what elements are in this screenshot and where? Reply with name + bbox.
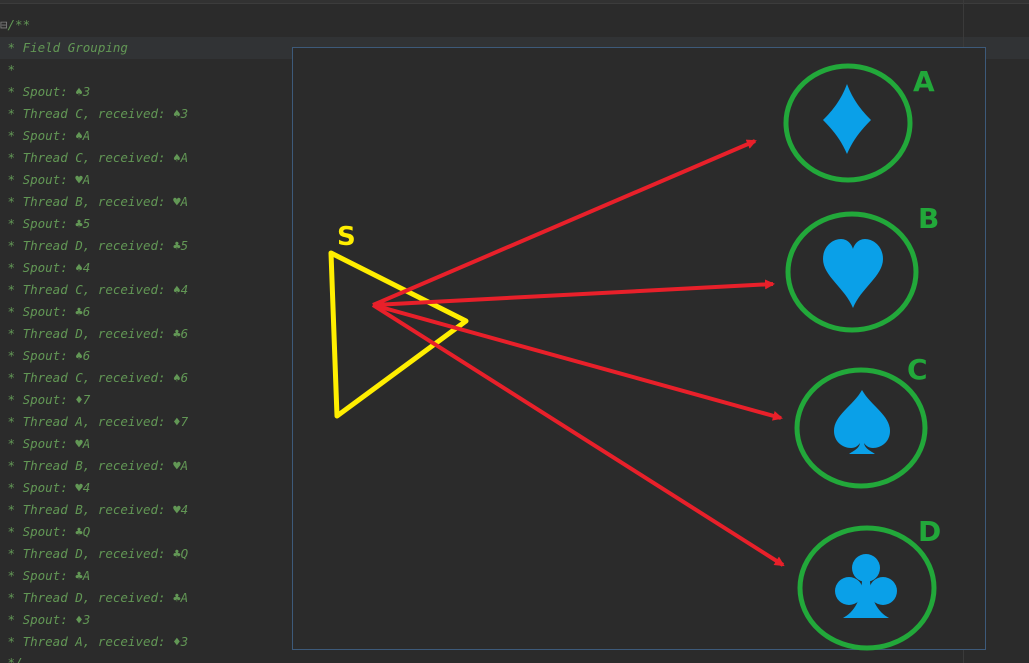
- thread-b-label: B: [918, 202, 939, 235]
- comment-line: * Thread C, received: ♠3: [0, 106, 189, 121]
- club-icon: [835, 554, 897, 618]
- grouping-arrows: [371, 139, 785, 567]
- comment-line: * Thread D, received: ♣Q: [0, 546, 189, 561]
- heart-icon: [823, 239, 883, 308]
- comment-line: * Thread D, received: ♣6: [0, 326, 189, 341]
- spade-icon: [834, 390, 890, 454]
- comment-line: * Thread C, received: ♠A: [0, 150, 189, 165]
- comment-line: * Spout: ♦3: [0, 612, 91, 627]
- code-editor[interactable]: ⊟/** * Field Grouping * * Spout: ♠3 * Th…: [0, 0, 1029, 663]
- comment-line: * Thread A, received: ♦7: [0, 414, 189, 429]
- thread-a-label: A: [913, 65, 935, 98]
- thread-a: A: [783, 63, 935, 183]
- thread-d-label: D: [918, 515, 941, 548]
- arrow-to-thread-b: [372, 279, 775, 307]
- comment-line: * Spout: ♠6: [0, 348, 91, 363]
- fold-marker-icon[interactable]: ⊟: [0, 17, 8, 32]
- spout-triangle: [328, 250, 469, 419]
- comment-line: * Thread A, received: ♦3: [0, 634, 189, 649]
- diamond-icon: [823, 84, 871, 154]
- comment-line: * Spout: ♣6: [0, 304, 91, 319]
- comment-line: * Spout: ♣5: [0, 216, 91, 231]
- diagram-canvas: S A B C D: [328, 63, 941, 651]
- comment-line: *: [0, 62, 16, 77]
- comment-line: * Spout: ♠3: [0, 84, 91, 99]
- comment-line: * Thread B, received: ♥4: [0, 502, 189, 517]
- comment-close-line: */: [7, 655, 23, 663]
- thread-b: B: [785, 202, 939, 333]
- editor-top-border: [0, 0, 1029, 4]
- arrow-to-thread-a: [372, 139, 757, 307]
- comment-line: * Thread D, received: ♣A: [0, 590, 189, 605]
- arrow-to-thread-c: [372, 303, 783, 421]
- comment-line: * Thread B, received: ♥A: [0, 194, 189, 209]
- comment-line: * Thread C, received: ♠6: [0, 370, 189, 385]
- comment-line: * Spout: ♣A: [0, 568, 91, 583]
- thread-c-label: C: [907, 353, 928, 386]
- thread-c: C: [794, 353, 928, 489]
- comment-line: * Spout: ♥A: [0, 172, 91, 187]
- comment-line: * Spout: ♦7: [0, 392, 91, 407]
- comment-line: * Thread B, received: ♥A: [0, 458, 189, 473]
- thread-d: D: [797, 515, 941, 651]
- comment-line: * Spout: ♥4: [0, 480, 91, 495]
- arrow-to-thread-d: [371, 303, 785, 567]
- comment-title-line: * Field Grouping: [0, 40, 128, 55]
- spout-label: S: [337, 222, 356, 252]
- field-grouping-diagram: S A B C D: [292, 47, 986, 651]
- comment-line: * Thread D, received: ♣5: [0, 238, 189, 253]
- comment-line: * Thread C, received: ♠4: [0, 282, 189, 297]
- comment-line: * Spout: ♥A: [0, 436, 91, 451]
- comment-line: * Spout: ♠4: [0, 260, 91, 275]
- comment-line: * Spout: ♣Q: [0, 524, 91, 539]
- comment-open-line: ⊟/**: [0, 17, 31, 32]
- comment-line: * Spout: ♠A: [0, 128, 91, 143]
